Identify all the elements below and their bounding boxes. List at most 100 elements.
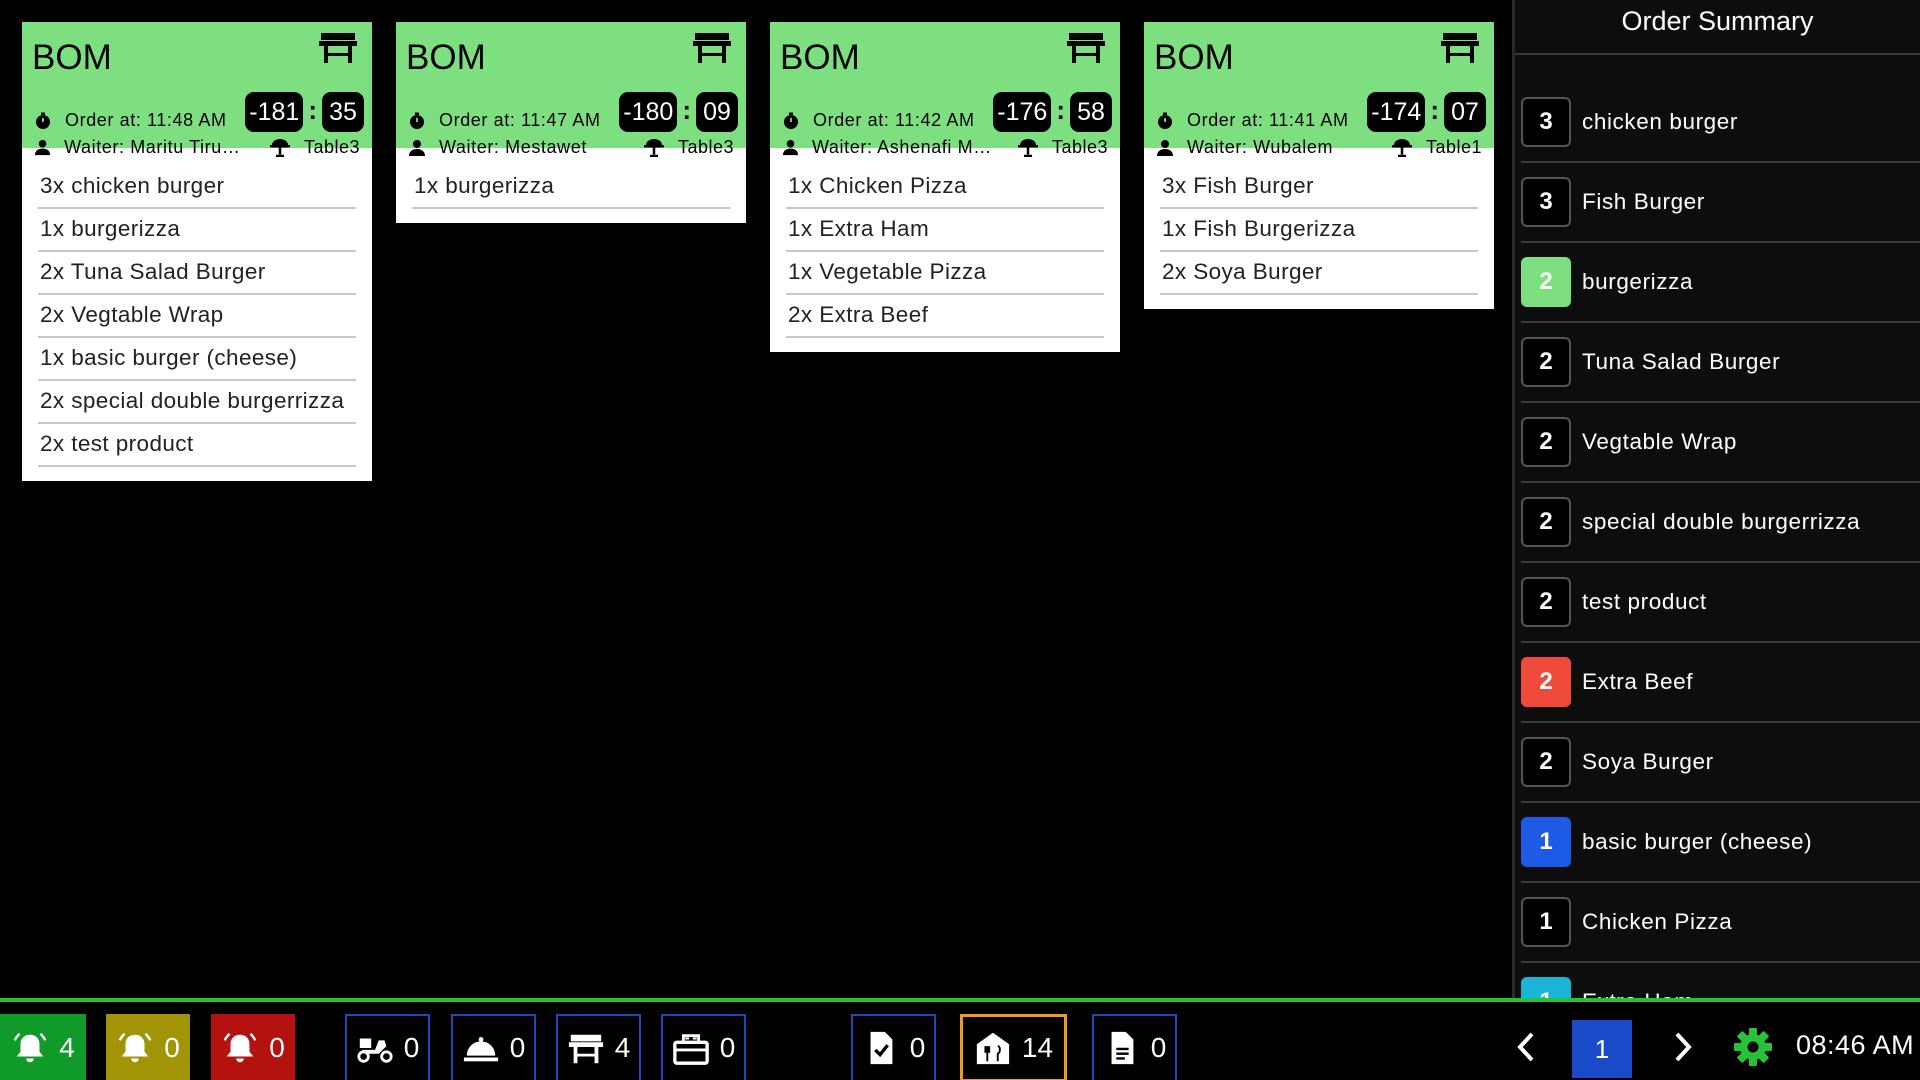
- summary-item-name: burgerizza: [1582, 269, 1694, 294]
- summary-count-badge: 2: [1521, 737, 1571, 787]
- order-card[interactable]: BOM Order at: 11:42 AM Waiter: Ashenafi …: [770, 22, 1120, 352]
- order-item[interactable]: 1x Fish Burgerizza: [1160, 209, 1478, 252]
- summary-row[interactable]: 2 Soya Burger: [1521, 723, 1920, 803]
- order-item[interactable]: 1x Extra Ham: [786, 209, 1104, 252]
- kitchen-house-icon: [976, 1032, 1010, 1065]
- documents-filter[interactable]: 0: [1092, 1014, 1177, 1080]
- summary-item-name: Fish Burger: [1582, 189, 1705, 214]
- summary-item-name: special double burgerrizza: [1582, 509, 1861, 534]
- checked-documents-count: 0: [909, 1032, 926, 1063]
- table-label: Table1: [1391, 137, 1482, 158]
- summary-count-badge: 3: [1521, 177, 1571, 227]
- table-icon: [1440, 30, 1480, 64]
- order-card-title: BOM: [1154, 38, 1234, 77]
- order-item[interactable]: 1x burgerizza: [38, 209, 356, 252]
- order-item[interactable]: 2x Vegtable Wrap: [38, 295, 356, 338]
- summary-row[interactable]: 2 test product: [1521, 563, 1920, 643]
- waiter-name: Waiter: Maritu Tiruneh: [64, 137, 244, 157]
- order-item[interactable]: 1x Chicken Pizza: [786, 166, 1104, 209]
- summary-row[interactable]: 2 special double burgerrizza: [1521, 483, 1920, 563]
- order-card-title: BOM: [780, 38, 860, 77]
- summary-item-name: chicken burger: [1582, 109, 1738, 134]
- kitchen-filter[interactable]: 14: [960, 1014, 1067, 1080]
- timer-seconds: 35: [322, 92, 364, 132]
- cloche-icon: [463, 1037, 498, 1062]
- order-item[interactable]: 1x Vegetable Pizza: [786, 252, 1104, 295]
- timer-separator: :: [1430, 94, 1439, 125]
- order-card-title: BOM: [32, 38, 112, 77]
- timer-minutes: -176: [993, 92, 1052, 132]
- order-item[interactable]: 2x special double burgerrizza: [38, 381, 356, 424]
- serve-filter[interactable]: 0: [451, 1014, 536, 1080]
- table-label: Table3: [1017, 137, 1108, 158]
- summary-row[interactable]: 2 burgerizza: [1521, 243, 1920, 323]
- gear-icon[interactable]: [1733, 1027, 1773, 1067]
- summary-count-badge: 2: [1521, 257, 1571, 307]
- summary-row[interactable]: 3 Fish Burger: [1521, 163, 1920, 243]
- order-card[interactable]: BOM Order at: 11:41 AM Waiter: Wubalem -…: [1144, 22, 1494, 309]
- summary-count-badge: 1: [1521, 817, 1571, 867]
- waiter-tray-icon: [1391, 138, 1412, 157]
- order-time-line: Order at: 11:48 AM: [34, 110, 227, 131]
- person-icon: [34, 139, 51, 157]
- checked-documents-filter[interactable]: 0: [851, 1014, 936, 1080]
- bell-green-filter[interactable]: 4: [0, 1014, 86, 1080]
- elapsed-timer: -176 : 58: [993, 92, 1112, 132]
- summary-count-badge: 1: [1521, 897, 1571, 947]
- bell-red-filter[interactable]: 0: [211, 1014, 295, 1080]
- elapsed-timer: -180 : 09: [619, 92, 738, 132]
- order-item[interactable]: 1x basic burger (cheese): [38, 338, 356, 381]
- timer-minutes: -181: [245, 92, 304, 132]
- table-label: Table3: [643, 137, 734, 158]
- order-item[interactable]: 2x Soya Burger: [1160, 252, 1478, 295]
- timer-separator: :: [308, 94, 317, 125]
- summary-row[interactable]: 1 basic burger (cheese): [1521, 803, 1920, 883]
- clock: 08:46 AM: [1796, 1030, 1915, 1060]
- summary-row[interactable]: 2 Tuna Salad Burger: [1521, 323, 1920, 403]
- order-item[interactable]: 1x burgerizza: [412, 166, 730, 209]
- stopwatch-icon: [408, 112, 426, 130]
- bell-green-count: 4: [59, 1032, 75, 1063]
- timer-seconds: 58: [1070, 92, 1112, 132]
- bell-yellow-filter[interactable]: 0: [106, 1014, 190, 1080]
- table-icon: [568, 1034, 603, 1064]
- table-icon: [692, 30, 732, 64]
- summary-item-name: test product: [1582, 589, 1707, 614]
- delivery-filter[interactable]: 0: [345, 1014, 430, 1080]
- summary-count-badge: 2: [1521, 577, 1571, 627]
- order-item[interactable]: 3x chicken burger: [38, 166, 356, 209]
- person-icon: [408, 139, 426, 157]
- order-item[interactable]: 3x Fish Burger: [1160, 166, 1478, 209]
- order-item[interactable]: 2x Tuna Salad Burger: [38, 252, 356, 295]
- dine-in-filter[interactable]: 4: [556, 1014, 641, 1080]
- order-time: Order at: 11:41 AM: [1187, 110, 1349, 130]
- order-item[interactable]: 2x test product: [38, 424, 356, 467]
- summary-row[interactable]: 2 Vegtable Wrap: [1521, 403, 1920, 483]
- takeaway-filter[interactable]: 0: [661, 1014, 746, 1080]
- summary-row[interactable]: 2 Extra Beef: [1521, 643, 1920, 723]
- timer-separator: :: [682, 94, 691, 125]
- order-item[interactable]: 2x Extra Beef: [786, 295, 1104, 338]
- order-card[interactable]: BOM Order at: 11:47 AM Waiter: Mestawet …: [396, 22, 746, 223]
- waiter-line: Waiter: Mestawet: [408, 137, 618, 158]
- order-card[interactable]: BOM Order at: 11:48 AM Waiter: Maritu Ti…: [22, 22, 372, 481]
- waiter-tray-icon: [269, 138, 290, 157]
- elapsed-timer: -181 : 35: [245, 92, 364, 132]
- table-name: Table3: [303, 137, 360, 157]
- elapsed-timer: -174 : 07: [1367, 92, 1486, 132]
- documents-count: 0: [1150, 1032, 1167, 1063]
- order-card-header: BOM Order at: 11:41 AM Waiter: Wubalem -…: [1144, 22, 1494, 157]
- table-icon: [318, 30, 358, 64]
- summary-item-name: Tuna Salad Burger: [1582, 349, 1781, 374]
- chevron-right-icon[interactable]: [1668, 1024, 1698, 1070]
- waiter-line: Waiter: Wubalem: [1156, 137, 1366, 158]
- chevron-left-icon[interactable]: [1511, 1024, 1541, 1070]
- document-icon: [1111, 1031, 1134, 1065]
- summary-row[interactable]: 1 Chicken Pizza: [1521, 883, 1920, 963]
- waiter-tray-icon: [1017, 138, 1038, 157]
- page-number: 1: [1572, 1020, 1632, 1078]
- order-time-line: Order at: 11:47 AM: [408, 110, 601, 131]
- summary-row[interactable]: 3 chicken burger: [1521, 83, 1920, 163]
- summary-row[interactable]: 1 Extra Ham: [1521, 963, 1920, 998]
- summary-item-name: basic burger (cheese): [1582, 829, 1813, 854]
